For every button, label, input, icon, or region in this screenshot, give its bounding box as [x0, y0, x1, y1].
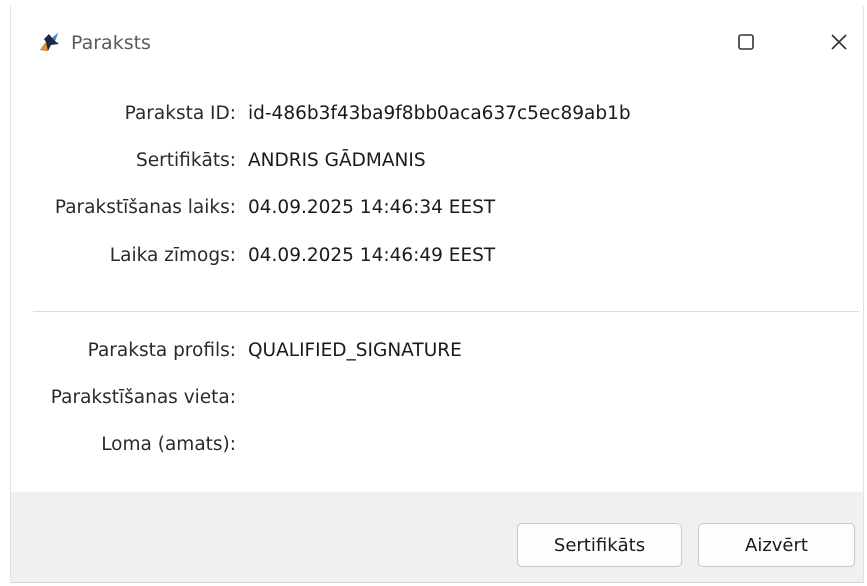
signature-profile-label: Paraksta profils: [87, 340, 236, 361]
window-title: Paraksts [71, 32, 151, 54]
detail-row-signature-profile: Paraksta profils: QUALIFIED_SIGNATURE [11, 336, 863, 366]
detail-row-timestamp: Laika zīmogs: 04.09.2025 14:46:49 EEST [11, 241, 863, 271]
close-icon [829, 32, 849, 56]
dialog-footer: Sertifikāts Aizvērt [11, 492, 863, 582]
close-window-button[interactable] [819, 24, 859, 64]
detail-row-role: Loma (amats): [11, 430, 863, 460]
signature-app-icon [37, 30, 61, 54]
detail-row-signing-place: Parakstīšanas vieta: [11, 383, 863, 413]
detail-row-signature-id: Paraksta ID: id-486b3f43ba9f8bb0aca637c5… [11, 99, 863, 129]
certificate-value: ANDRIS GĀDMANIS [248, 150, 426, 171]
role-label: Loma (amats): [101, 434, 236, 455]
timestamp-label: Laika zīmogs: [109, 245, 236, 266]
maximize-icon [737, 33, 755, 55]
maximize-button[interactable] [726, 24, 766, 64]
signing-time-label: Parakstīšanas laiks: [54, 197, 236, 218]
signing-place-label: Parakstīšanas vieta: [50, 387, 236, 408]
signature-dialog: Paraksts Paraksta ID: id-486b3f43ba9f8bb… [10, 6, 864, 583]
detail-row-certificate: Sertifikāts: ANDRIS GĀDMANIS [11, 146, 863, 176]
certificate-button[interactable]: Sertifikāts [517, 523, 682, 567]
close-button[interactable]: Aizvērt [698, 523, 855, 567]
signature-id-value: id-486b3f43ba9f8bb0aca637c5ec89ab1b [248, 103, 631, 124]
signature-profile-value: QUALIFIED_SIGNATURE [248, 340, 462, 361]
section-divider [33, 311, 859, 312]
certificate-label: Sertifikāts: [136, 150, 236, 171]
signing-time-value: 04.09.2025 14:46:34 EEST [248, 197, 496, 218]
detail-row-signing-time: Parakstīšanas laiks: 04.09.2025 14:46:34… [11, 193, 863, 223]
title-bar: Paraksts [11, 6, 863, 76]
signature-id-label: Paraksta ID: [124, 103, 236, 124]
timestamp-value: 04.09.2025 14:46:49 EEST [248, 245, 496, 266]
